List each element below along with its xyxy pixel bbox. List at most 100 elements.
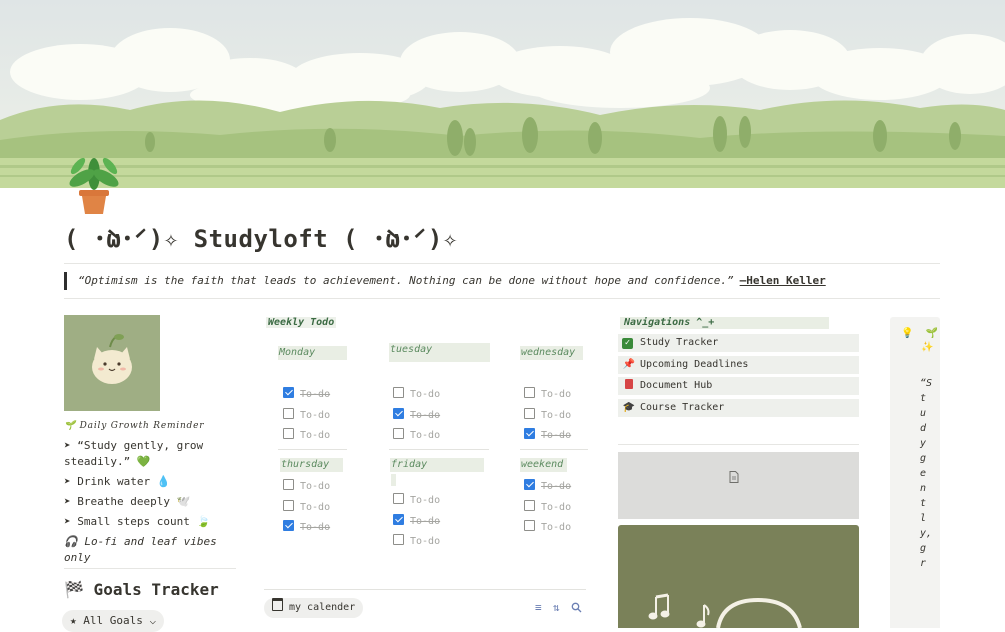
checkbox-icon[interactable]: [283, 479, 294, 490]
checkbox-icon[interactable]: [524, 387, 535, 398]
quote-callout: [890, 317, 940, 628]
checked-checkbox-icon[interactable]: [283, 520, 294, 531]
quote-block: “Optimism is the faith that leads to ach…: [64, 272, 826, 290]
document-icon: [622, 377, 636, 395]
callout-icons: 💡 🌱 ✨: [901, 327, 938, 355]
todo-item-friday[interactable]: To-do: [393, 514, 440, 528]
reminder-item: ➤ Small steps count 🍃: [64, 515, 211, 528]
todo-label: To-do: [300, 522, 331, 533]
checkbox-icon[interactable]: [524, 520, 535, 531]
todo-item-wednesday[interactable]: To-do: [524, 428, 571, 442]
divider: [264, 589, 586, 590]
seedling-icon: 🌱: [925, 328, 938, 339]
day-heading-thursday: thursday: [280, 458, 343, 472]
nav-item-label: Document Hub: [640, 380, 713, 391]
pushpin-icon: 📌: [622, 359, 636, 370]
filter-icon[interactable]: ≡: [535, 602, 542, 614]
checkbox-icon[interactable]: [283, 500, 294, 511]
day-heading-weekend: weekend: [520, 458, 567, 472]
checked-checkbox-icon[interactable]: [524, 428, 535, 439]
todo-label: To-do: [541, 502, 572, 513]
todo-item-weekend[interactable]: To-do: [524, 479, 571, 493]
checkbox-icon[interactable]: [393, 493, 404, 504]
reminder-item: ➤ “Study gently, grow steadily.” 💚: [64, 439, 204, 468]
divider: [389, 449, 489, 450]
quote-text: “Optimism is the faith that leads to ach…: [78, 274, 734, 287]
checkbox-icon[interactable]: [283, 428, 294, 439]
nav-item-label: Course Tracker: [640, 402, 725, 413]
nav-item-label: Upcoming Deadlines: [640, 359, 749, 370]
todo-label: To-do: [541, 481, 572, 492]
calendar-view-tab[interactable]: my calender: [264, 598, 364, 618]
nav-item-document-hub[interactable]: Document Hub: [618, 377, 859, 395]
day-heading-friday: friday: [390, 458, 484, 472]
search-icon[interactable]: [571, 602, 582, 616]
todo-item-weekend[interactable]: To-do: [524, 500, 571, 514]
checkbox-icon[interactable]: [524, 408, 535, 419]
divider: [520, 449, 588, 450]
todo-item-tuesday[interactable]: To-do: [393, 387, 440, 401]
cat-image: [64, 315, 160, 411]
todo-label: To-do: [300, 481, 331, 492]
todo-item-thursday[interactable]: To-do: [283, 500, 330, 514]
todo-label: To-do: [410, 389, 441, 400]
todo-label: To-do: [300, 410, 331, 421]
todo-item-thursday[interactable]: To-do: [283, 479, 330, 493]
all-goals-view-tab[interactable]: ★ All Goals ⌵: [62, 610, 165, 632]
checked-checkbox-icon[interactable]: [524, 479, 535, 490]
day-heading-wednesday: wednesday: [520, 346, 583, 360]
file-icon: [729, 471, 739, 483]
todo-item-monday[interactable]: To-do: [283, 428, 330, 442]
sort-icon[interactable]: ⇅: [553, 602, 560, 614]
todo-item-wednesday[interactable]: To-do: [524, 408, 571, 422]
reminder-heading: 🌱 Daily Growth Reminder: [64, 421, 205, 431]
checked-checkbox-icon[interactable]: [393, 514, 404, 525]
quote-author-link[interactable]: —Helen Keller: [740, 274, 826, 287]
nav-item-upcoming-deadlines[interactable]: 📌 Upcoming Deadlines: [618, 356, 859, 374]
todo-label: To-do: [541, 430, 572, 441]
calendar-icon: [272, 598, 283, 611]
todo-label: To-do: [541, 522, 572, 533]
day-heading-tuesday: tuesday: [389, 343, 490, 362]
todo-item-friday[interactable]: To-do: [393, 534, 440, 548]
lofi-note: 🎧 Lo-fi and leaf vibes only: [64, 535, 217, 564]
todo-item-monday[interactable]: To-do: [283, 408, 330, 422]
vertical-quote-text: “Study gently, gr: [920, 378, 933, 569]
divider: [618, 444, 859, 445]
growth-reminder-list: 🌱 Daily Growth Reminder ➤ “Study gently,…: [64, 418, 236, 570]
divider: [64, 298, 940, 299]
checkbox-icon[interactable]: [524, 500, 535, 511]
todo-item-monday[interactable]: To-do: [283, 387, 330, 401]
checked-checkbox-icon[interactable]: [283, 387, 294, 398]
checkbox-icon[interactable]: [393, 534, 404, 545]
checkbox-icon[interactable]: [283, 408, 294, 419]
calendar-tab-label: my calender: [289, 602, 356, 613]
reminder-item: ➤ Drink water 💧: [64, 475, 171, 488]
checkbox-icon[interactable]: [393, 387, 404, 398]
divider: [64, 568, 236, 569]
friday-empty-block: [391, 474, 396, 486]
checked-checkbox-icon[interactable]: [393, 408, 404, 419]
nav-item-study-tracker[interactable]: ✓ Study Tracker: [618, 334, 859, 352]
music-notes-icon: [648, 593, 802, 628]
todo-item-tuesday[interactable]: To-do: [393, 428, 440, 442]
todo-item-wednesday[interactable]: To-do: [524, 387, 571, 401]
day-heading-monday: Monday: [278, 346, 347, 360]
nav-item-course-tracker[interactable]: 🎓 Course Tracker: [618, 399, 859, 417]
embed-placeholder[interactable]: [618, 452, 859, 519]
checkbox-icon: ✓: [622, 338, 633, 349]
sparkles-icon: ✨: [921, 342, 934, 353]
page-title[interactable]: ( ･̀ω･́ )✧ Studyloft ( ･̀ω･́ )✧: [64, 219, 458, 254]
potted-plant-icon[interactable]: [64, 152, 124, 218]
todo-item-tuesday[interactable]: To-do: [393, 408, 440, 422]
todo-item-weekend[interactable]: To-do: [524, 520, 571, 534]
checkbox-icon[interactable]: [393, 428, 404, 439]
todo-label: To-do: [541, 389, 572, 400]
music-player-embed[interactable]: [618, 525, 859, 628]
todo-label: To-do: [541, 410, 572, 421]
navigations-heading: Navigations ^_+: [620, 317, 829, 329]
todo-item-thursday[interactable]: To-do: [283, 520, 330, 534]
todo-label: To-do: [300, 502, 331, 513]
todo-label: To-do: [300, 389, 331, 400]
todo-item-friday[interactable]: To-do: [393, 493, 440, 507]
